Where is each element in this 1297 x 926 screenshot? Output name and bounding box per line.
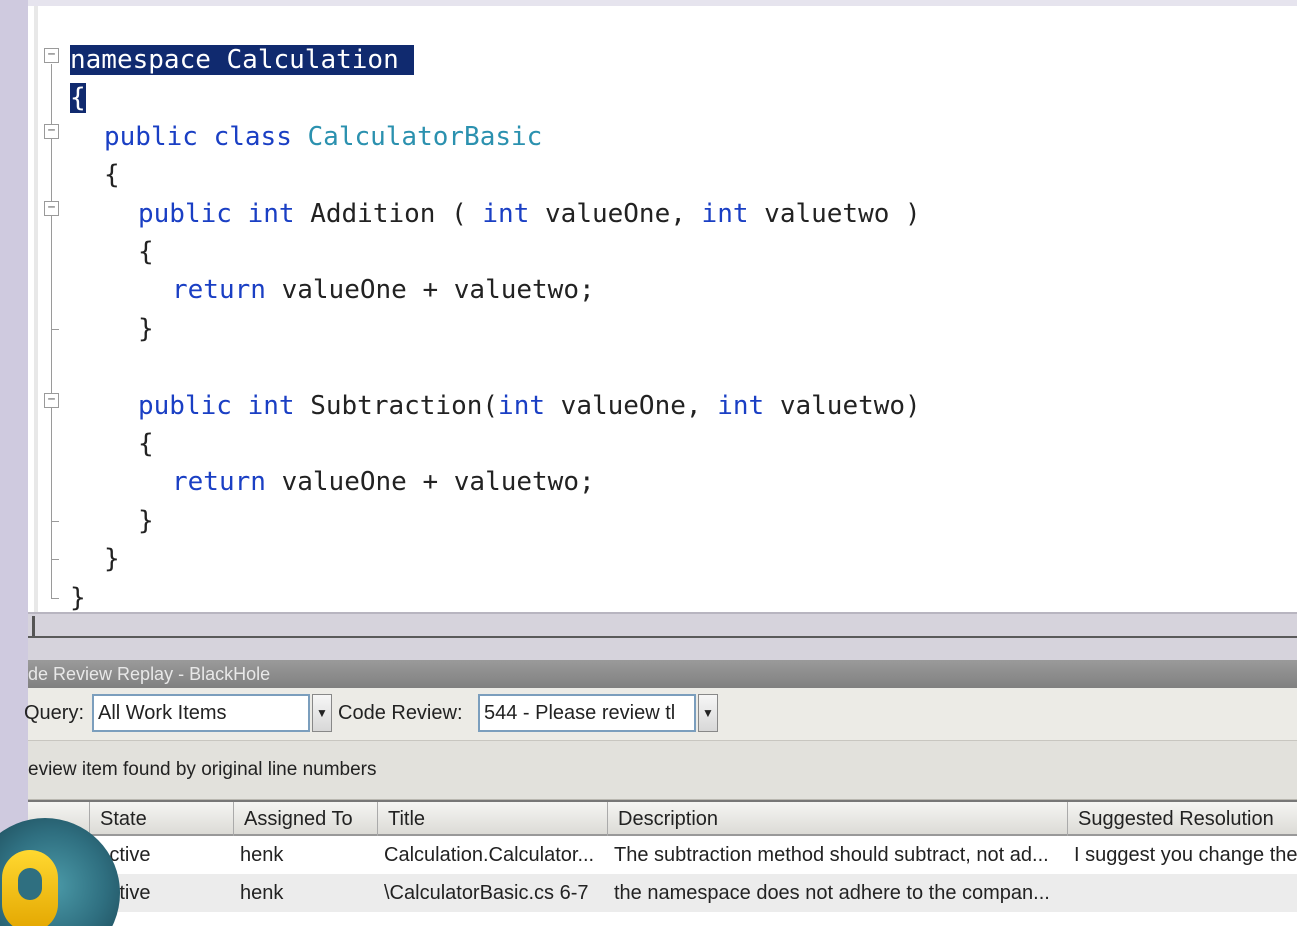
code-keyword: int xyxy=(717,390,765,421)
column-header-suggested-resolution[interactable]: Suggested Resolution xyxy=(1068,802,1297,836)
logo-mark-hole xyxy=(18,868,42,900)
cell-title: Calculation.Calculator... xyxy=(384,844,595,866)
table-row[interactable]: Active henk Calculation.Calculator... Th… xyxy=(28,836,1297,874)
fold-end-namespace xyxy=(51,598,59,599)
code-review-panel: de Review Replay - BlackHole Query: All … xyxy=(24,660,1297,926)
panel-splitter[interactable] xyxy=(28,612,1297,660)
query-label: Query: xyxy=(24,702,85,724)
splitter-grip[interactable] xyxy=(32,616,35,638)
code-line[interactable]: return valueOne + valuetwo; xyxy=(172,466,595,498)
info-bar: eview item found by original line number… xyxy=(28,741,1297,800)
code-keyword: public xyxy=(138,390,232,421)
code-text: } xyxy=(70,582,86,613)
code-keyword: public xyxy=(138,198,232,229)
fold-line-namespace xyxy=(51,64,52,598)
column-header-description[interactable]: Description xyxy=(608,802,1068,836)
code-keyword: return xyxy=(172,275,266,306)
code-line[interactable]: { xyxy=(138,236,154,268)
code-text: { xyxy=(138,429,154,459)
code-keyword: int xyxy=(701,198,749,229)
code-selection: { xyxy=(70,83,86,114)
code-text: valuetwo) xyxy=(764,390,921,421)
code-keyword: int xyxy=(247,390,295,421)
review-items-grid[interactable]: State Assigned To Title Description Sugg… xyxy=(28,800,1297,926)
code-line[interactable]: public int Addition ( int valueOne, int … xyxy=(138,198,921,230)
code-line[interactable]: { xyxy=(138,428,154,460)
code-line[interactable]: } xyxy=(138,313,154,345)
editor-margin xyxy=(34,6,38,612)
code-text: valueOne + valuetwo; xyxy=(265,275,595,306)
code-line[interactable]: public class CalculatorBasic xyxy=(104,121,542,153)
code-review-select[interactable]: 544 - Please review tl ▼ xyxy=(478,694,718,732)
code-line[interactable]: } xyxy=(104,543,120,575)
cell-assigned-to: henk xyxy=(240,882,284,904)
fold-end-class xyxy=(51,559,59,560)
fold-end-subtraction xyxy=(51,521,59,522)
column-header-assigned-to[interactable]: Assigned To xyxy=(234,802,378,836)
grid-header: State Assigned To Title Description Sugg… xyxy=(28,800,1297,836)
code-keyword: class xyxy=(213,121,292,152)
table-row[interactable]: Active henk \CalculatorBasic.cs 6-7 the … xyxy=(28,874,1297,912)
code-keyword: int xyxy=(482,198,530,229)
screen: − − − − namespace Calculation { public cl… xyxy=(0,0,1297,926)
code-keyword: int xyxy=(498,390,546,421)
code-text: } xyxy=(138,505,154,536)
code-text: } xyxy=(104,544,120,575)
code-text: { xyxy=(104,160,120,191)
query-value: All Work Items xyxy=(98,702,227,724)
code-review-chevron-down-icon[interactable]: ▼ xyxy=(698,694,718,732)
left-strip xyxy=(0,0,28,926)
code-text: valuetwo ) xyxy=(748,198,921,229)
code-line[interactable]: return valueOne + valuetwo; xyxy=(172,274,595,306)
query-select[interactable]: All Work Items ▼ xyxy=(92,694,332,732)
code-keyword: int xyxy=(247,198,295,229)
code-line[interactable]: { xyxy=(104,159,120,191)
cell-suggested-resolution: I suggest you change the xyxy=(1074,844,1297,866)
code-line[interactable]: public int Subtraction(int valueOne, int… xyxy=(138,390,921,422)
code-line[interactable]: { xyxy=(70,82,86,114)
panel-title: de Review Replay - BlackHole xyxy=(28,660,1297,688)
code-text: valueOne, xyxy=(545,390,718,421)
code-text: valueOne, xyxy=(529,198,702,229)
cell-title: \CalculatorBasic.cs 6-7 xyxy=(384,882,589,904)
logo-mark xyxy=(2,850,58,926)
fold-class-icon[interactable]: − xyxy=(44,124,59,139)
code-editor[interactable]: − − − − namespace Calculation { public cl… xyxy=(28,0,1297,614)
code-keyword: public xyxy=(104,121,198,152)
code-text: Subtraction( xyxy=(294,390,499,421)
code-text: } xyxy=(138,313,154,344)
info-text: eview item found by original line number… xyxy=(28,759,377,780)
fold-namespace-icon[interactable]: − xyxy=(44,48,59,63)
code-review-value: 544 - Please review tl xyxy=(484,702,676,724)
code-text: { xyxy=(138,237,154,267)
code-type-name: CalculatorBasic xyxy=(307,121,543,152)
cell-description: The subtraction method should subtract, … xyxy=(614,844,1049,866)
code-review-label: Code Review: xyxy=(338,702,463,724)
splitter-line xyxy=(28,636,1297,638)
fold-subtraction-icon[interactable]: − xyxy=(44,393,59,408)
cell-description: the namespace does not adhere to the com… xyxy=(614,882,1050,904)
column-header-state[interactable]: State xyxy=(90,802,234,836)
fold-addition-icon[interactable]: − xyxy=(44,201,59,216)
code-text: Addition ( xyxy=(294,198,483,229)
code-line[interactable]: } xyxy=(138,505,154,537)
code-line[interactable]: namespace Calculation xyxy=(70,44,415,76)
code-selection: namespace Calculation xyxy=(70,45,415,75)
code-text: valueOne + valuetwo; xyxy=(265,467,595,498)
code-line[interactable]: } xyxy=(70,582,86,614)
fold-end-addition xyxy=(51,329,59,330)
code-keyword: return xyxy=(172,467,266,498)
query-chevron-down-icon[interactable]: ▼ xyxy=(312,694,332,732)
cell-assigned-to: henk xyxy=(240,844,284,866)
column-header-title[interactable]: Title xyxy=(378,802,608,836)
cell-suggested-resolution xyxy=(1068,874,1297,912)
review-toolbar: Query: All Work Items ▼ Code Review: 544… xyxy=(24,688,1297,741)
